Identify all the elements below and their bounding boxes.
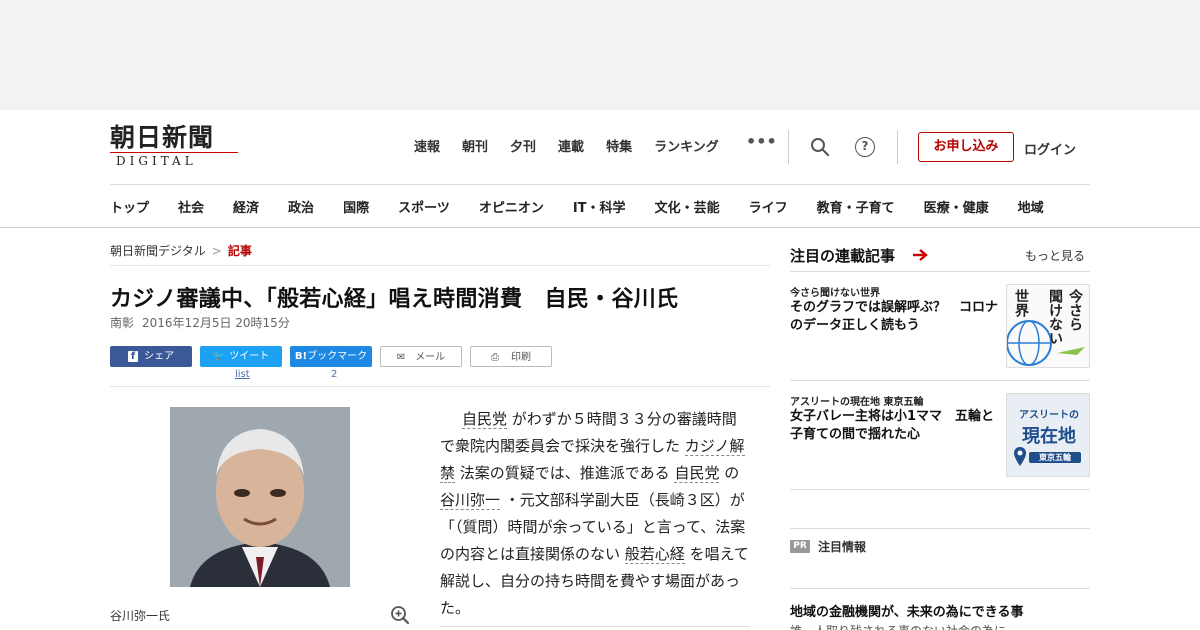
twitter-icon: 🐦 bbox=[212, 351, 226, 362]
facebook-share-label: シェア bbox=[144, 351, 175, 362]
header-divider bbox=[788, 130, 789, 164]
sidebar-item-category[interactable]: アスリートの現在地 東京五輪 bbox=[790, 393, 923, 408]
pr-subtext[interactable]: 誰一人取り残される事のない社会の為に bbox=[790, 622, 1050, 630]
top-nav-sokuho[interactable]: 速報 bbox=[414, 136, 440, 155]
top-nav-ranking[interactable]: ランキング bbox=[654, 136, 719, 155]
sidebar-divider bbox=[790, 380, 1090, 381]
article-headline: カジノ審議中、「般若心経」唱え時間消費 自民・谷川氏 bbox=[110, 287, 679, 312]
article-divider bbox=[110, 386, 770, 387]
section-shakai[interactable]: 社会 bbox=[178, 197, 204, 216]
hatena-bookmark-button[interactable]: B!ブックマーク bbox=[290, 346, 372, 367]
print-button[interactable]: ⎙ 印刷 bbox=[470, 346, 552, 367]
logo-underline bbox=[110, 152, 238, 156]
ad-banner-area bbox=[0, 0, 1200, 110]
sidebar-title[interactable]: 注目の連載記事 bbox=[790, 245, 895, 266]
search-icon[interactable] bbox=[810, 137, 830, 157]
article-body: 自民党 がわずか５時間３３分の審議時間で衆院内閣委員会で採決を強行した カジノ解… bbox=[440, 406, 750, 622]
section-education[interactable]: 教育・子育て bbox=[817, 197, 895, 216]
section-it-science[interactable]: IT・科学 bbox=[573, 197, 626, 216]
apply-button[interactable]: お申し込み bbox=[918, 132, 1014, 162]
site-header: 朝日新聞 DIGITAL 速報 朝刊 夕刊 連載 特集 ランキング ••• ? … bbox=[0, 110, 1200, 228]
sidebar-item-thumbnail[interactable]: アスリートの 現在地 東京五輪 bbox=[1006, 393, 1090, 477]
pr-badge: PR bbox=[790, 540, 810, 553]
breadcrumb: 朝日新聞デジタル > 記事 bbox=[110, 242, 252, 259]
body-divider bbox=[440, 626, 750, 627]
facebook-share-button[interactable]: f シェア bbox=[110, 346, 192, 367]
top-nav: 速報 朝刊 夕刊 連載 特集 ランキング bbox=[414, 136, 741, 155]
top-nav-choukan[interactable]: 朝刊 bbox=[462, 136, 488, 155]
nav-divider bbox=[110, 184, 1090, 185]
thumb-text: 聞けない bbox=[1047, 289, 1063, 345]
sidebar-divider bbox=[790, 271, 1090, 272]
print-label: 印刷 bbox=[511, 352, 531, 363]
section-keizai[interactable]: 経済 bbox=[233, 197, 259, 216]
header-divider bbox=[897, 130, 898, 164]
section-opinion[interactable]: オピニオン bbox=[479, 197, 544, 216]
keyword-link-tanigawa[interactable]: 谷川弥一 bbox=[440, 491, 501, 510]
mail-share-button[interactable]: ✉ メール bbox=[380, 346, 462, 367]
thumb-text: 現在地 bbox=[1022, 426, 1076, 447]
top-nav-yuukan[interactable]: 夕刊 bbox=[510, 136, 536, 155]
breadcrumb-home[interactable]: 朝日新聞デジタル bbox=[110, 244, 206, 258]
portrait-illustration bbox=[170, 407, 350, 587]
logo-en: DIGITAL bbox=[116, 154, 197, 168]
section-sports[interactable]: スポーツ bbox=[398, 197, 450, 216]
site-logo[interactable]: 朝日新聞 DIGITAL bbox=[110, 124, 240, 168]
arrow-right-icon bbox=[913, 249, 928, 261]
twitter-tweet-label: ツイート bbox=[229, 351, 270, 362]
print-icon: ⎙ bbox=[491, 352, 499, 363]
section-kokusai[interactable]: 国際 bbox=[343, 197, 369, 216]
section-culture[interactable]: 文化・芸能 bbox=[655, 197, 720, 216]
section-top[interactable]: トップ bbox=[110, 197, 149, 216]
sidebar-divider bbox=[790, 489, 1090, 490]
pr-section-label: 注目情報 bbox=[818, 540, 867, 554]
article-author: 南彰 bbox=[110, 316, 135, 330]
zoom-in-icon[interactable] bbox=[390, 605, 410, 625]
breadcrumb-current: 記事 bbox=[227, 244, 252, 258]
keyword-link-jiminto[interactable]: 自民党 bbox=[462, 410, 508, 429]
twitter-count-link[interactable]: list bbox=[235, 369, 250, 380]
help-icon[interactable]: ? bbox=[855, 137, 875, 157]
mail-icon: ✉ bbox=[396, 352, 406, 363]
breadcrumb-divider bbox=[110, 265, 770, 266]
hatena-bookmark-label: ブックマーク bbox=[307, 351, 368, 362]
more-menu-icon[interactable]: ••• bbox=[746, 132, 777, 151]
map-pin-icon bbox=[1014, 447, 1026, 466]
section-nav: トップ 社会 経済 政治 国際 スポーツ オピニオン IT・科学 文化・芸能 ラ… bbox=[110, 197, 1044, 216]
hatena-count[interactable]: 2 bbox=[331, 369, 337, 380]
body-text-segment: 法案の質疑では、推進派である bbox=[459, 464, 670, 482]
thumb-text: 東京五輪 bbox=[1029, 452, 1081, 463]
sidebar-divider bbox=[790, 588, 1090, 589]
photo-caption: 谷川弥一氏 bbox=[110, 609, 171, 623]
top-nav-rensai[interactable]: 連載 bbox=[558, 136, 584, 155]
sidebar-item-category[interactable]: 今さら聞けない世界 bbox=[790, 284, 880, 299]
facebook-icon: f bbox=[127, 351, 139, 362]
keyword-link-jiminto[interactable]: 自民党 bbox=[674, 464, 720, 483]
sidebar-item-thumbnail[interactable]: 今さら 聞けない 世界 bbox=[1006, 284, 1090, 368]
thumb-text: 世界 bbox=[1013, 289, 1029, 317]
twitter-tweet-button[interactable]: 🐦 ツイート bbox=[200, 346, 282, 367]
section-seiji[interactable]: 政治 bbox=[288, 197, 314, 216]
article-photo[interactable] bbox=[170, 407, 350, 587]
sidebar-item-title[interactable]: 女子バレー主将は小1ママ 五輪と子育ての間で揺れた心 bbox=[790, 408, 1002, 444]
breadcrumb-separator: > bbox=[211, 244, 222, 258]
section-life[interactable]: ライフ bbox=[749, 197, 788, 216]
article-date: 2016年12月5日 20時15分 bbox=[142, 316, 290, 330]
thumb-text: アスリートの bbox=[1019, 410, 1079, 421]
logo-jp: 朝日新聞 bbox=[110, 123, 215, 152]
hatena-icon: B! bbox=[294, 351, 308, 362]
thumb-text: 今さら bbox=[1067, 289, 1083, 331]
keyword-link-hannya[interactable]: 般若心経 bbox=[624, 545, 685, 564]
mail-label: メール bbox=[415, 352, 446, 363]
login-link[interactable]: ログイン bbox=[1024, 139, 1076, 158]
body-text-segment: の bbox=[724, 464, 740, 482]
sidebar-item-title[interactable]: そのグラフでは誤解呼ぶ？ コロナのデータ正しく読もう bbox=[790, 299, 1002, 335]
top-nav-tokushu[interactable]: 特集 bbox=[606, 136, 632, 155]
section-local[interactable]: 地域 bbox=[1018, 197, 1044, 216]
sidebar-more-link[interactable]: もっと見る bbox=[1025, 247, 1085, 264]
article-byline: 南彰 2016年12月5日 20時15分 bbox=[110, 314, 290, 331]
section-health[interactable]: 医療・健康 bbox=[924, 197, 989, 216]
pr-headline[interactable]: 地域の金融機関が、未来の為にできる事 bbox=[790, 601, 1023, 620]
sidebar-divider bbox=[790, 528, 1090, 529]
